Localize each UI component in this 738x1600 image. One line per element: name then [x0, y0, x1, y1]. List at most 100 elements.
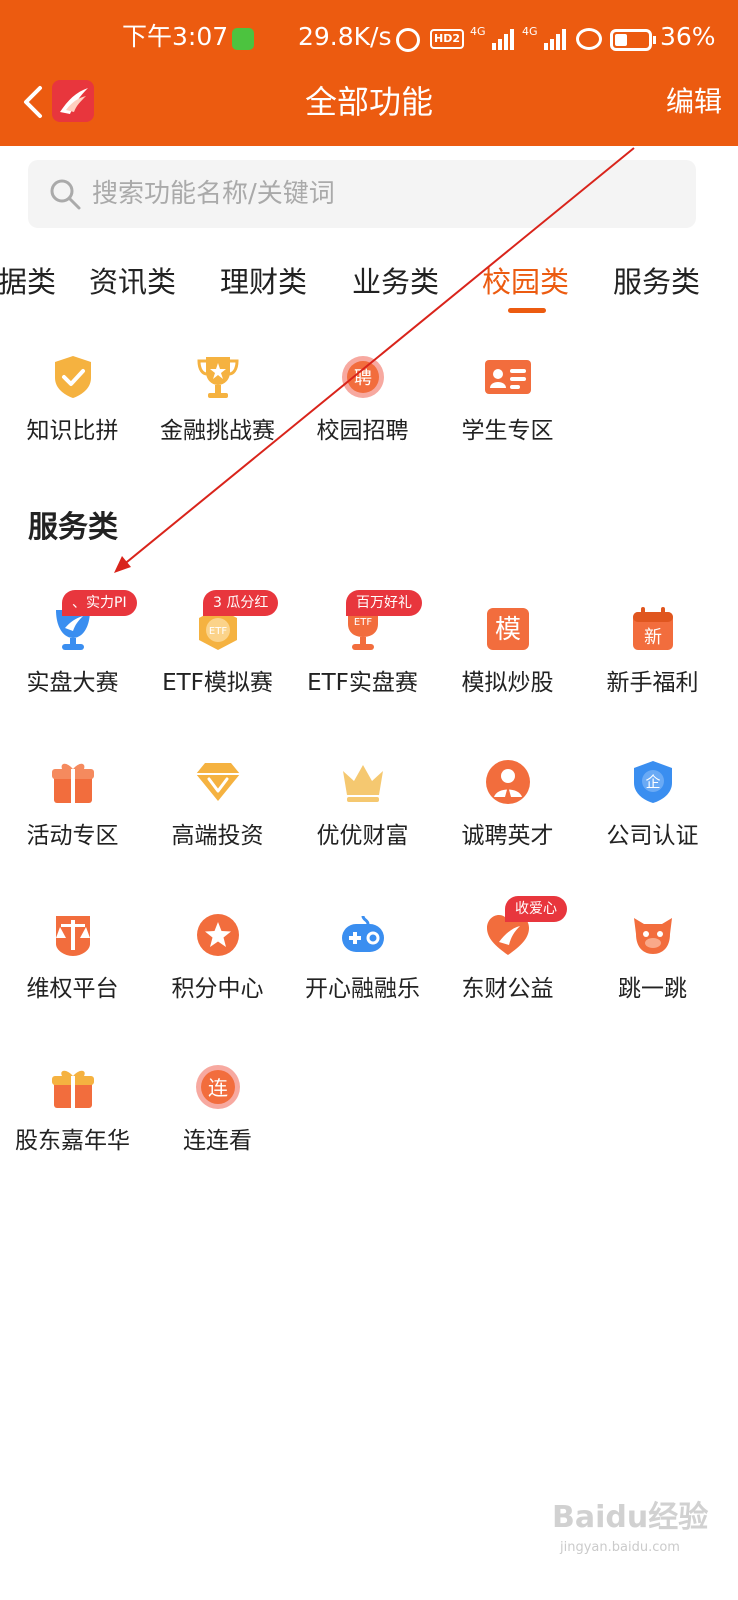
search-input[interactable] — [92, 160, 682, 228]
student-card-icon — [485, 360, 531, 394]
feature-live-contest[interactable]: 、实力PI 实盘大赛 — [0, 590, 145, 716]
feature-label: 开心融融乐 — [305, 976, 420, 1002]
feature-points-center[interactable]: 积分中心 — [145, 912, 290, 1022]
tab-wealth[interactable]: 理财类 — [220, 256, 307, 308]
shield-check-icon — [55, 356, 91, 398]
status-time: 下午3:07 — [122, 22, 229, 51]
feature-simulated-trading[interactable]: 模 模拟炒股 — [435, 606, 580, 716]
feature-label: 跳一跳 — [618, 976, 687, 1002]
tab-news[interactable]: 资讯类 — [89, 256, 176, 308]
tab-service[interactable]: 服务类 — [613, 256, 700, 308]
watermark-logo: Baidu经验 — [552, 1500, 709, 1535]
feature-label: ETF实盘赛 — [307, 670, 418, 696]
promo-badge: 、实力PI — [62, 590, 137, 616]
feature-label: 新手福利 — [606, 670, 699, 696]
feature-newbie-benefits[interactable]: 新 新手福利 — [580, 606, 725, 716]
calendar-new-icon: 新 — [633, 607, 673, 650]
trophy-icon — [197, 357, 239, 398]
search-bar[interactable] — [28, 160, 696, 228]
tab-business[interactable]: 业务类 — [352, 256, 439, 308]
feature-label: 学生专区 — [461, 418, 554, 444]
edit-button[interactable]: 编辑 — [642, 80, 722, 124]
star-icon — [197, 914, 239, 956]
hotspot-icon — [576, 28, 602, 50]
feature-happy-games[interactable]: 开心融融乐 — [290, 912, 435, 1022]
signal-icon: 4G — [522, 26, 568, 50]
signal-icon: 4G — [470, 26, 516, 50]
app-logo-icon — [52, 80, 94, 122]
feature-charity[interactable]: 收爱心 东财公益 — [435, 896, 580, 1022]
promo-badge: 百万好礼 — [346, 590, 422, 616]
svg-text:连: 连 — [208, 1076, 228, 1100]
network-type: 4G — [470, 25, 486, 38]
tab-campus[interactable]: 校园类 — [482, 256, 569, 308]
feature-student-zone[interactable]: 学生专区 — [435, 354, 580, 464]
feature-label: 诚聘英才 — [461, 823, 554, 849]
status-bar: 下午3:07 29.8K/s HD2 4G 4G 36% — [0, 0, 738, 76]
feature-finance-challenge[interactable]: 金融挑战赛 — [145, 354, 290, 464]
active-tab-indicator — [508, 308, 546, 313]
wechat-notification-icon — [232, 28, 254, 50]
feature-link-game[interactable]: 连 连连看 — [145, 1064, 290, 1174]
feature-label: 优优财富 — [316, 823, 409, 849]
gift-icon — [52, 763, 94, 803]
status-net-speed: 29.8K/s — [298, 22, 392, 51]
svg-text:新: 新 — [644, 627, 662, 648]
link-icon: 连 — [196, 1065, 240, 1109]
company-shield-icon: 企 — [634, 761, 672, 803]
back-button[interactable] — [14, 80, 54, 124]
feature-label: 股东嘉年华 — [15, 1128, 130, 1154]
svg-text:ETF: ETF — [354, 617, 372, 628]
search-icon — [50, 179, 81, 210]
feature-label: ETF模拟赛 — [162, 670, 273, 696]
feature-knowledge-contest[interactable]: 知识比拼 — [0, 354, 145, 464]
gamepad-icon — [342, 915, 384, 952]
feature-label: 知识比拼 — [26, 418, 119, 444]
feature-etf-live[interactable]: ETF 百万好礼 ETF实盘赛 — [290, 590, 435, 716]
feature-label: 高端投资 — [171, 823, 264, 849]
simulate-icon: 模 — [487, 608, 529, 650]
battery-percent: 36% — [660, 22, 716, 51]
page-title: 全部功能 — [304, 83, 433, 121]
tab-data[interactable]: 据类 — [0, 256, 56, 308]
crown-icon — [343, 765, 383, 802]
alarm-icon — [396, 28, 420, 52]
feature-label: 活动专区 — [26, 823, 119, 849]
scales-icon — [56, 916, 90, 956]
feature-label: 维权平台 — [26, 976, 119, 1002]
carnival-gift-icon — [52, 1070, 94, 1108]
svg-text:企: 企 — [645, 773, 660, 791]
svg-text:聘: 聘 — [354, 368, 372, 389]
feature-etf-simulation[interactable]: ETF 3 瓜分红 ETF模拟赛 — [145, 590, 290, 716]
network-type: 4G — [522, 25, 538, 38]
category-tabs: 据类 资讯类 理财类 业务类 校园类 服务类 — [0, 256, 738, 316]
feature-youyou-wealth[interactable]: 优优财富 — [290, 759, 435, 869]
feature-label: 积分中心 — [171, 976, 264, 1002]
feature-label: 东财公益 — [461, 976, 554, 1002]
feature-jump[interactable]: 跳一跳 — [580, 912, 725, 1022]
watermark-url: jingyan.baidu.com — [560, 1540, 680, 1555]
feature-shareholder-carnival[interactable]: 股东嘉年华 — [0, 1064, 145, 1174]
feature-events-zone[interactable]: 活动专区 — [0, 759, 145, 869]
feature-label: 公司认证 — [606, 823, 699, 849]
feature-campus-recruit[interactable]: 聘 校园招聘 — [290, 354, 435, 464]
feature-label: 金融挑战赛 — [160, 418, 275, 444]
recruit-icon: 聘 — [342, 356, 384, 398]
top-bar: 下午3:07 29.8K/s HD2 4G 4G 36% 全部功能 编辑 — [0, 0, 738, 146]
promo-badge: 收爱心 — [505, 896, 567, 922]
feature-high-end-invest[interactable]: 高端投资 — [145, 759, 290, 869]
feature-label: 模拟炒股 — [461, 670, 554, 696]
feature-label: 校园招聘 — [316, 418, 409, 444]
recruiter-icon — [486, 760, 530, 804]
promo-badge: 3 瓜分红 — [203, 590, 279, 616]
battery-icon — [610, 29, 656, 51]
svg-text:ETF: ETF — [209, 626, 227, 637]
feature-company-verify[interactable]: 企 公司认证 — [580, 759, 725, 869]
feature-label: 连连看 — [183, 1128, 252, 1154]
feature-rights-platform[interactable]: 维权平台 — [0, 912, 145, 1022]
feature-careers[interactable]: 诚聘英才 — [435, 759, 580, 869]
svg-text:模: 模 — [495, 615, 521, 645]
feature-label: 实盘大赛 — [26, 670, 119, 696]
jump-icon — [634, 918, 672, 954]
diamond-icon — [196, 763, 240, 801]
